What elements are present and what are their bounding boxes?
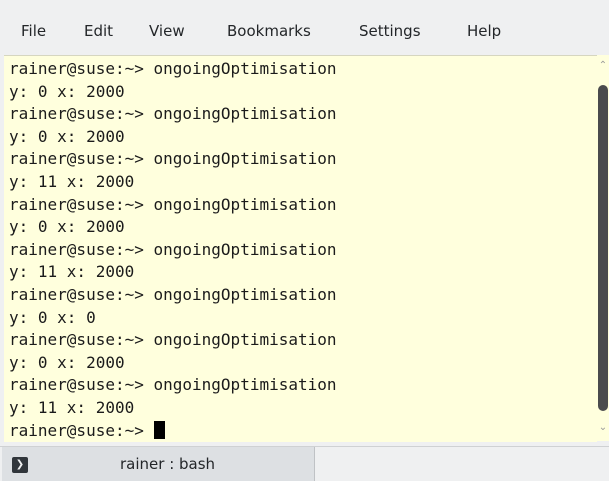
terminal-output[interactable]: rainer@suse:~> ongoingOptimisation y: 0 … (4, 55, 597, 442)
vertical-scrollbar[interactable]: ⌃ ⌄ (597, 55, 609, 441)
terminal-line: y: 0 x: 0 (9, 307, 96, 327)
terminal-line: y: 0 x: 2000 (9, 81, 125, 101)
terminal-line: rainer@suse:~> ongoingOptimisation (9, 239, 337, 259)
terminal-lines: rainer@suse:~> ongoingOptimisation y: 0 … (9, 58, 337, 442)
menu-file[interactable]: File (21, 22, 46, 40)
menu-view[interactable]: View (149, 22, 185, 40)
text-cursor (153, 420, 165, 439)
tab-rainer-bash[interactable]: ❯ rainer : bash (2, 447, 315, 481)
terminal-line: y: 0 x: 2000 (9, 352, 125, 372)
terminal-line: y: 11 x: 2000 (9, 397, 135, 417)
menu-help[interactable]: Help (467, 22, 501, 40)
terminal-line: y: 11 x: 2000 (9, 262, 135, 282)
tab-label: rainer : bash (120, 455, 216, 473)
terminal-line: rainer@suse:~> ongoingOptimisation (9, 194, 337, 214)
terminal-line: y: 0 x: 2000 (9, 126, 125, 146)
terminal-line: rainer@suse:~> ongoingOptimisation (9, 59, 337, 78)
terminal-line: y: 0 x: 2000 (9, 217, 125, 237)
terminal-line: rainer@suse:~> ongoingOptimisation (9, 375, 337, 395)
tab-bar: ❯ rainer : bash (0, 446, 609, 481)
menu-edit[interactable]: Edit (84, 22, 113, 40)
terminal-line: rainer@suse:~> ongoingOptimisation (9, 284, 337, 304)
terminal-icon: ❯ (12, 457, 28, 473)
menu-bookmarks[interactable]: Bookmarks (227, 22, 311, 40)
terminal-line: rainer@suse:~> ongoingOptimisation (9, 330, 337, 350)
terminal-prompt: rainer@suse:~> (9, 420, 154, 440)
menu-settings[interactable]: Settings (359, 22, 421, 40)
chevron-up-icon[interactable]: ⌃ (598, 61, 608, 71)
menu-bar: File Edit View Bookmarks Settings Help (0, 0, 609, 55)
terminal-line: y: 11 x: 2000 (9, 171, 135, 191)
terminal-line: rainer@suse:~> ongoingOptimisation (9, 149, 337, 169)
scrollbar-thumb[interactable] (598, 85, 608, 411)
chevron-down-icon[interactable]: ⌄ (598, 423, 608, 433)
terminal-prompt-line[interactable]: rainer@suse:~> (9, 420, 337, 443)
terminal-line: rainer@suse:~> ongoingOptimisation (9, 104, 337, 124)
